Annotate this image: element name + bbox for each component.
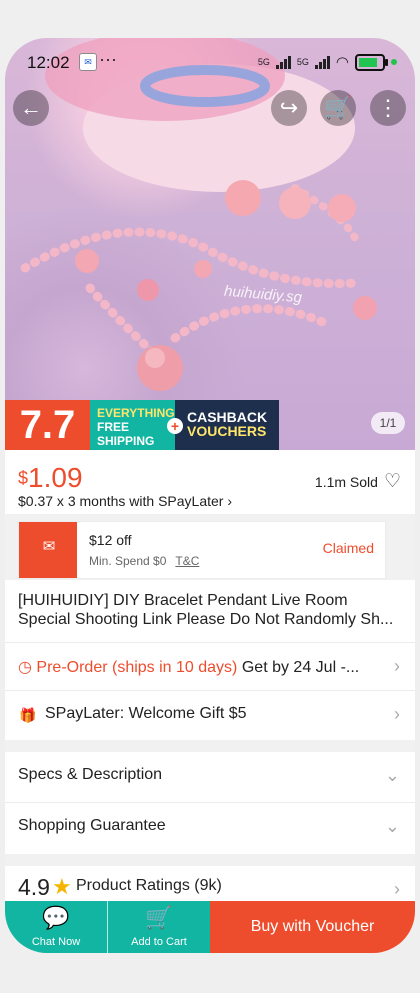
preorder-text: ◷ Pre-Order (ships in 10 days) Get by 24…: [18, 657, 359, 677]
cashback-line-2: VOUCHERS: [187, 423, 267, 439]
price-amount: 1.09: [28, 462, 83, 493]
back-arrow-icon: ←: [20, 95, 42, 120]
plus-icon: +: [167, 418, 183, 434]
spaylater-text: SPayLater: Welcome Gift $5: [45, 705, 247, 722]
price: $1.09: [18, 462, 83, 494]
cashback-line-1: CASHBACK: [187, 409, 268, 425]
guarantee-row[interactable]: Shopping Guarantee ⌄: [5, 802, 415, 855]
buy-with-voucher-button[interactable]: Buy with Voucher: [210, 901, 415, 953]
battery-icon: [355, 53, 388, 71]
mail-icon: ✉: [79, 53, 97, 71]
network-label-2: 5G: [296, 57, 309, 67]
tc-link[interactable]: T&C: [175, 554, 199, 568]
chat-now-button[interactable]: 💬 Chat Now: [5, 901, 108, 953]
add-to-cart-label: Add to Cart: [131, 936, 187, 948]
chevron-right-icon: ›: [394, 656, 400, 676]
product-image[interactable]: huihuidiy.sg 12:02 ✉ ··· 5G 5G ◠ ← ↪ 🛒 ⋮: [5, 38, 415, 450]
guarantee-label: Shopping Guarantee: [18, 817, 166, 834]
more-vertical-icon: ⋮: [377, 95, 399, 120]
network-label: 5G: [257, 57, 270, 67]
status-time: 12:02: [27, 53, 70, 72]
shipping-line-3: SHIPPING: [97, 434, 155, 448]
status-icons: 5G 5G ◠: [258, 53, 397, 71]
share-icon: ↪: [279, 95, 299, 120]
wifi-icon: ◠: [335, 54, 349, 71]
voucher-icon: ✉: [42, 538, 56, 555]
more-button[interactable]: ⋮: [370, 90, 406, 126]
spaylater-row[interactable]: 🎁 SPayLater: Welcome Gift $5 ›: [5, 690, 415, 741]
rating-score: 4.9: [18, 874, 50, 900]
heart-icon[interactable]: ♡: [384, 470, 401, 493]
cart-button[interactable]: 🛒: [320, 90, 356, 126]
shipping-line-1: EVERYTHING: [97, 406, 175, 420]
sold-label: 1.1m Sold: [314, 473, 378, 490]
voucher-stub: ✉: [19, 522, 77, 578]
ratings-row[interactable]: 4.9 ★ Product Ratings (9k) ›: [5, 866, 415, 901]
shipping-line-2: FREE: [97, 420, 130, 434]
product-title: [HUIHUIDIY] DIY Bracelet Pendant Live Ro…: [18, 592, 394, 628]
voucher-card[interactable]: ✉ $12 off Min. Spend $0 T&C Claimed: [18, 521, 386, 579]
chat-label: Chat Now: [31, 936, 81, 948]
specs-label: Specs & Description: [18, 766, 163, 783]
specs-row[interactable]: Specs & Description ⌄: [5, 752, 415, 802]
chevron-right-icon: ›: [394, 879, 400, 899]
status-bar: 12:02 ✉ ··· 5G 5G ◠: [5, 38, 415, 86]
more-status-icon: ···: [99, 49, 117, 69]
price-section: $1.09 $0.37 x 3 months with SPayLater › …: [5, 450, 415, 514]
cashback-banner: + CASHBACK VOUCHERS: [167, 400, 279, 450]
section-gap: [5, 854, 415, 866]
star-icon: ★: [52, 874, 72, 899]
sold-count: 1.1m Sold ♡: [315, 470, 401, 493]
clock-icon: ◷: [18, 659, 32, 676]
privacy-dot-icon: [391, 59, 397, 65]
cart-icon: 🛒: [324, 95, 352, 120]
sale-badge: 7.7: [5, 400, 90, 450]
free-shipping-banner: EVERYTHING FREE SHIPPING: [90, 400, 175, 450]
battery-fill: [359, 57, 377, 67]
voucher-title: $12 off: [89, 532, 132, 548]
preorder-label: Pre-Order (ships in 10 days): [36, 659, 238, 676]
installment-link[interactable]: $0.37 x 3 months with SPayLater ›: [18, 493, 232, 509]
gift-icon: 🎁: [19, 707, 37, 723]
delivery-date: Get by 24 Jul -...: [241, 659, 360, 676]
preorder-row[interactable]: ◷ Pre-Order (ships in 10 days) Get by 24…: [5, 642, 415, 691]
promo-banner[interactable]: 7.7 EVERYTHING FREE SHIPPING + CASHBACK …: [5, 400, 415, 450]
share-button[interactable]: ↪: [271, 90, 307, 126]
voucher-status: Claimed: [322, 540, 374, 556]
voucher-min-text: Min. Spend $0: [89, 554, 167, 568]
bottom-action-bar: 💬 Chat Now 🛒 Add to Cart Buy with Vouche…: [5, 901, 415, 953]
signal-icon: [275, 55, 291, 69]
voucher-min-spend: Min. Spend $0 T&C: [89, 554, 199, 568]
chevron-down-icon: ⌄: [384, 765, 400, 785]
currency-symbol: $: [18, 468, 29, 488]
ratings-label: Product Ratings (9k): [76, 877, 222, 894]
signal-icon-2: [314, 55, 330, 69]
app-screen: huihuidiy.sg 12:02 ✉ ··· 5G 5G ◠ ← ↪ 🛒 ⋮: [5, 38, 415, 953]
add-to-cart-button[interactable]: 🛒 Add to Cart: [108, 901, 210, 953]
chat-icon: 💬: [42, 905, 70, 930]
phone-frame: huihuidiy.sg 12:02 ✉ ··· 5G 5G ◠ ← ↪ 🛒 ⋮: [0, 0, 420, 993]
section-gap: [5, 740, 415, 752]
image-counter: 1/1: [371, 412, 405, 434]
chevron-down-icon: ⌄: [384, 816, 400, 836]
title-section: [HUIHUIDIY] DIY Bracelet Pendant Live Ro…: [5, 580, 415, 642]
chevron-right-icon: ›: [394, 704, 400, 724]
back-button[interactable]: ←: [13, 90, 49, 126]
add-cart-icon: 🛒: [145, 905, 173, 930]
